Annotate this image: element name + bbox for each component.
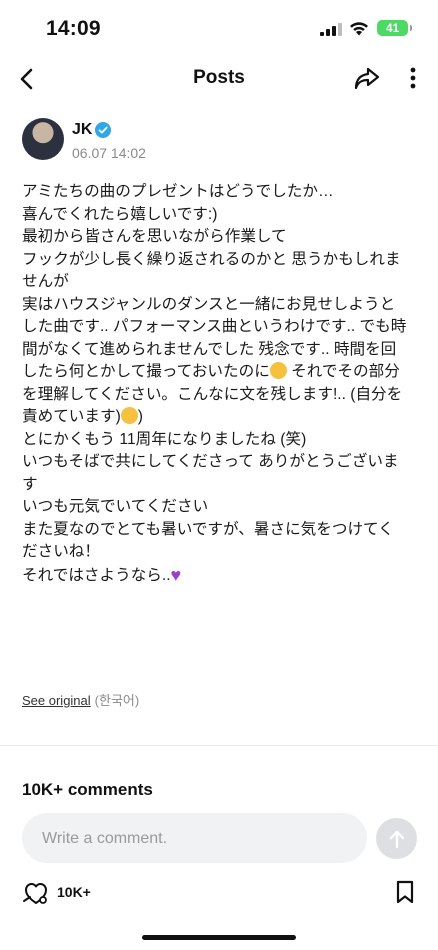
post-line: 喜んでくれたら嬉しいです:): [22, 205, 218, 223]
battery-icon: 41: [377, 20, 412, 36]
post-line-segment: それではさようなら..: [22, 566, 171, 584]
post-line: 間がなくて進められませんでした 残念です.. 時間を回: [22, 340, 397, 358]
post-line: フックが少し長く繰り返されるのかと 思うかもしれま: [22, 250, 401, 268]
send-button[interactable]: [376, 818, 417, 859]
post-line: それではさようなら..♥: [22, 564, 417, 588]
author-header: JK 06.07 14:02: [22, 118, 322, 166]
react-icon[interactable]: [22, 879, 50, 907]
wifi-icon: [350, 22, 368, 36]
post-line-segment: したら何とかして撮っておいたのに: [22, 363, 270, 380]
post-line-segment: ): [137, 408, 143, 425]
post-line: アミたちの曲のプレゼントはどうでしたか…: [22, 183, 334, 200]
post-line-segment: 責めています): [22, 408, 121, 425]
post-date: 06.07 14:02: [72, 145, 146, 161]
post-line: とにかくもう 11周年になりましたね (笑): [22, 430, 307, 448]
verified-badge-icon: [95, 122, 111, 138]
divider: [0, 745, 438, 746]
comments-count-title: 10K+ comments: [22, 780, 153, 799]
post-line: また夏なのでとても暑いですが、暑さに気をつけてく: [22, 520, 394, 538]
signal-icon: [320, 23, 342, 36]
post-line: したら何とかして撮っておいたのに それでその部分: [22, 361, 417, 384]
reaction-count: 10K+: [57, 884, 91, 900]
status-time: 14:09: [46, 17, 101, 40]
footer-bar: 10K+: [0, 876, 438, 910]
post-line: した曲です.. パフォーマンス曲というわけです.. でも時: [22, 318, 407, 335]
post-line: せんが: [22, 273, 69, 290]
author-name[interactable]: JK: [72, 121, 92, 139]
more-vertical-icon[interactable]: [402, 64, 424, 92]
share-icon[interactable]: [353, 64, 381, 92]
sad-face-emoji-icon: [269, 362, 287, 379]
post-body: アミたちの曲のプレゼントはどうでしたか… 喜んでくれたら嬉しいです:) 最初から…: [22, 181, 417, 587]
post-line: いつもそばで共にしてくださって ありがとうございま: [22, 453, 399, 470]
post-line: す: [22, 475, 38, 493]
post-line: いつも元気でいてください: [22, 498, 209, 515]
send-arrow-icon: [389, 830, 404, 848]
comment-input[interactable]: [40, 813, 344, 865]
post-line: を理解してください。こんなに文を残します!.. (自分を: [22, 385, 403, 403]
post-line: 責めています)): [22, 406, 417, 429]
status-bar: 14:09 41: [0, 0, 438, 58]
grimace-emoji-icon: [120, 407, 138, 424]
bookmark-icon[interactable]: [394, 879, 416, 905]
post-line: ださいね！: [22, 543, 100, 560]
nav-bar: Posts: [0, 58, 438, 100]
see-original-link[interactable]: See original: [22, 693, 91, 708]
comment-bar: [22, 813, 367, 865]
home-indicator: [142, 935, 296, 940]
post-line-segment: それでその部分: [286, 363, 400, 380]
post-line: 最初から皆さんを思いながら作業して: [22, 228, 287, 245]
post-line: 実はハウスジャンルのダンスと一緒にお見せしようと: [22, 295, 396, 313]
purple-heart-icon: ♥: [170, 564, 182, 585]
see-original: See original (한국어): [22, 690, 139, 709]
original-language: (한국어): [94, 693, 140, 708]
avatar[interactable]: [22, 118, 64, 160]
